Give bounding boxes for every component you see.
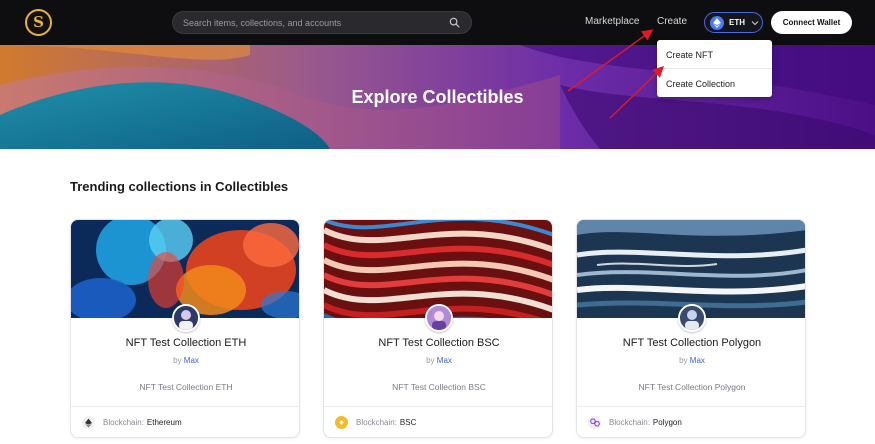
chain-selector-button[interactable]: ETH — [704, 12, 763, 33]
by-prefix: by — [173, 356, 182, 365]
connect-wallet-button[interactable]: Connect Wallet — [771, 11, 852, 34]
nav-create-link[interactable]: Create — [657, 16, 687, 27]
blockchain-label: Blockchain: — [609, 418, 650, 427]
card-blockchain-info: Blockchain: BSC — [335, 416, 416, 429]
chevron-down-icon — [751, 20, 759, 25]
card-title[interactable]: NFT Test Collection ETH — [71, 337, 299, 349]
avatar[interactable] — [172, 304, 200, 332]
by-prefix: by — [679, 356, 688, 365]
logo-letter: S — [33, 13, 44, 31]
card-description: NFT Test Collection Polygon — [638, 382, 746, 392]
author-link[interactable]: Max — [437, 356, 452, 365]
create-nft-menu-item[interactable]: Create NFT — [666, 50, 713, 60]
by-prefix: by — [426, 356, 435, 365]
search-icon[interactable] — [449, 17, 460, 28]
author-link[interactable]: Max — [690, 356, 705, 365]
section-title: Trending collections in Collectibles — [70, 179, 289, 194]
blockchain-label: Blockchain: — [103, 418, 144, 427]
collection-card-eth[interactable]: NFT Test Collection ETH by Max NFT Test … — [70, 219, 300, 438]
card-divider — [324, 406, 552, 407]
blockchain-value: Ethereum — [146, 418, 182, 427]
blockchain-value: BSC — [399, 418, 417, 427]
polygon-icon — [588, 416, 601, 429]
bsc-icon — [335, 416, 348, 429]
card-description: NFT Test Collection BSC — [392, 382, 486, 392]
ethereum-icon — [710, 15, 724, 30]
nav-marketplace-link[interactable]: Marketplace — [585, 16, 639, 27]
menu-divider — [657, 68, 772, 69]
card-title[interactable]: NFT Test Collection Polygon — [577, 337, 805, 349]
chain-selector-label: ETH — [729, 18, 745, 27]
search-input[interactable] — [183, 12, 443, 33]
card-description: NFT Test Collection ETH — [139, 382, 233, 392]
card-divider — [577, 406, 805, 407]
author-link[interactable]: Max — [184, 356, 199, 365]
card-author-line: by Max — [71, 356, 299, 365]
page: S Marketplace Create ETH Connect Wallet — [0, 0, 875, 444]
card-blockchain-info: Blockchain: Ethereum — [82, 416, 182, 429]
avatar[interactable] — [425, 304, 453, 332]
card-title[interactable]: NFT Test Collection BSC — [324, 337, 552, 349]
card-author-line: by Max — [577, 356, 805, 365]
blockchain-value: Polygon — [652, 418, 682, 427]
site-logo[interactable]: S — [25, 9, 52, 36]
create-collection-menu-item[interactable]: Create Collection — [666, 79, 735, 89]
search-bar[interactable] — [172, 11, 472, 34]
create-dropdown-menu: Create NFT Create Collection — [657, 40, 772, 97]
card-author-line: by Max — [324, 356, 552, 365]
collection-card-bsc[interactable]: NFT Test Collection BSC by Max NFT Test … — [323, 219, 553, 438]
ethereum-icon — [82, 416, 95, 429]
card-divider — [71, 406, 299, 407]
top-navbar: S Marketplace Create ETH Connect Wallet — [0, 0, 875, 45]
blockchain-label: Blockchain: — [356, 418, 397, 427]
card-blockchain-info: Blockchain: Polygon — [588, 416, 682, 429]
collection-card-polygon[interactable]: NFT Test Collection Polygon by Max NFT T… — [576, 219, 806, 438]
avatar[interactable] — [678, 304, 706, 332]
